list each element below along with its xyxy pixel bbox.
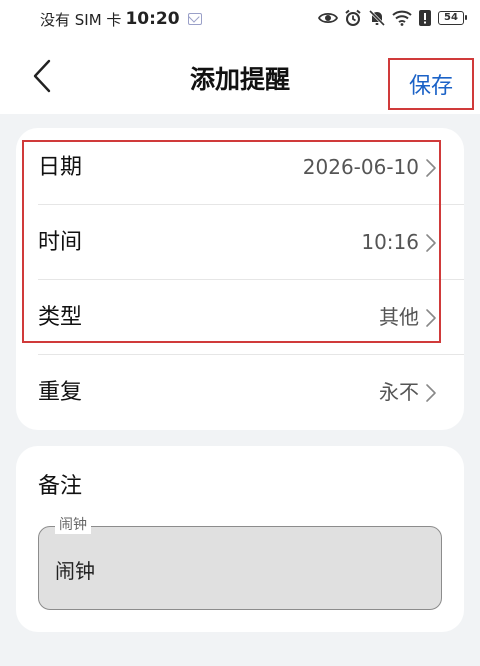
date-value: 2026-06-10 bbox=[302, 155, 419, 179]
note-input[interactable]: 闹钟 闹钟 bbox=[38, 516, 442, 610]
wifi-icon bbox=[392, 10, 412, 26]
status-icons: 54 bbox=[318, 8, 467, 28]
repeat-value: 永不 bbox=[379, 380, 419, 404]
carrier-text: 没有 SIM 卡 bbox=[40, 10, 122, 29]
type-row[interactable]: 类型 其他 bbox=[16, 280, 464, 355]
date-label: 日期 bbox=[38, 155, 83, 180]
note-field-label: 闹钟 bbox=[55, 516, 91, 534]
date-row[interactable]: 日期 2026-06-10 bbox=[16, 130, 464, 205]
battery-icon: 54 bbox=[438, 11, 467, 25]
eye-icon bbox=[318, 12, 338, 24]
note-card: 备注 闹钟 闹钟 bbox=[16, 446, 464, 632]
type-value: 其他 bbox=[379, 305, 419, 329]
repeat-row[interactable]: 重复 永不 bbox=[16, 355, 464, 430]
mail-icon bbox=[187, 13, 202, 25]
time-value: 10:16 bbox=[361, 230, 419, 254]
status-bar: 没有 SIM 卡 10:20 54 bbox=[0, 0, 480, 38]
status-time: 10:20 bbox=[125, 9, 180, 29]
time-label: 时间 bbox=[38, 230, 83, 255]
type-label: 类型 bbox=[38, 305, 83, 330]
mute-bell-icon bbox=[368, 9, 386, 27]
status-left: 没有 SIM 卡 10:20 bbox=[40, 9, 202, 29]
note-title: 备注 bbox=[38, 474, 83, 499]
save-button[interactable]: 保存 bbox=[388, 58, 474, 110]
repeat-label: 重复 bbox=[38, 380, 83, 405]
reminder-settings-card: 日期 2026-06-10 时间 10:16 类型 其他 重复 永不 bbox=[16, 128, 464, 430]
note-value: 闹钟 bbox=[55, 559, 95, 583]
alarm-icon bbox=[345, 9, 361, 26]
chevron-right-icon bbox=[426, 384, 436, 402]
alert-icon bbox=[419, 10, 431, 26]
time-row[interactable]: 时间 10:16 bbox=[16, 205, 464, 280]
navigation-bar: 添加提醒 保存 bbox=[0, 38, 480, 114]
chevron-right-icon bbox=[426, 159, 436, 177]
chevron-right-icon bbox=[426, 309, 436, 327]
chevron-right-icon bbox=[426, 234, 436, 252]
